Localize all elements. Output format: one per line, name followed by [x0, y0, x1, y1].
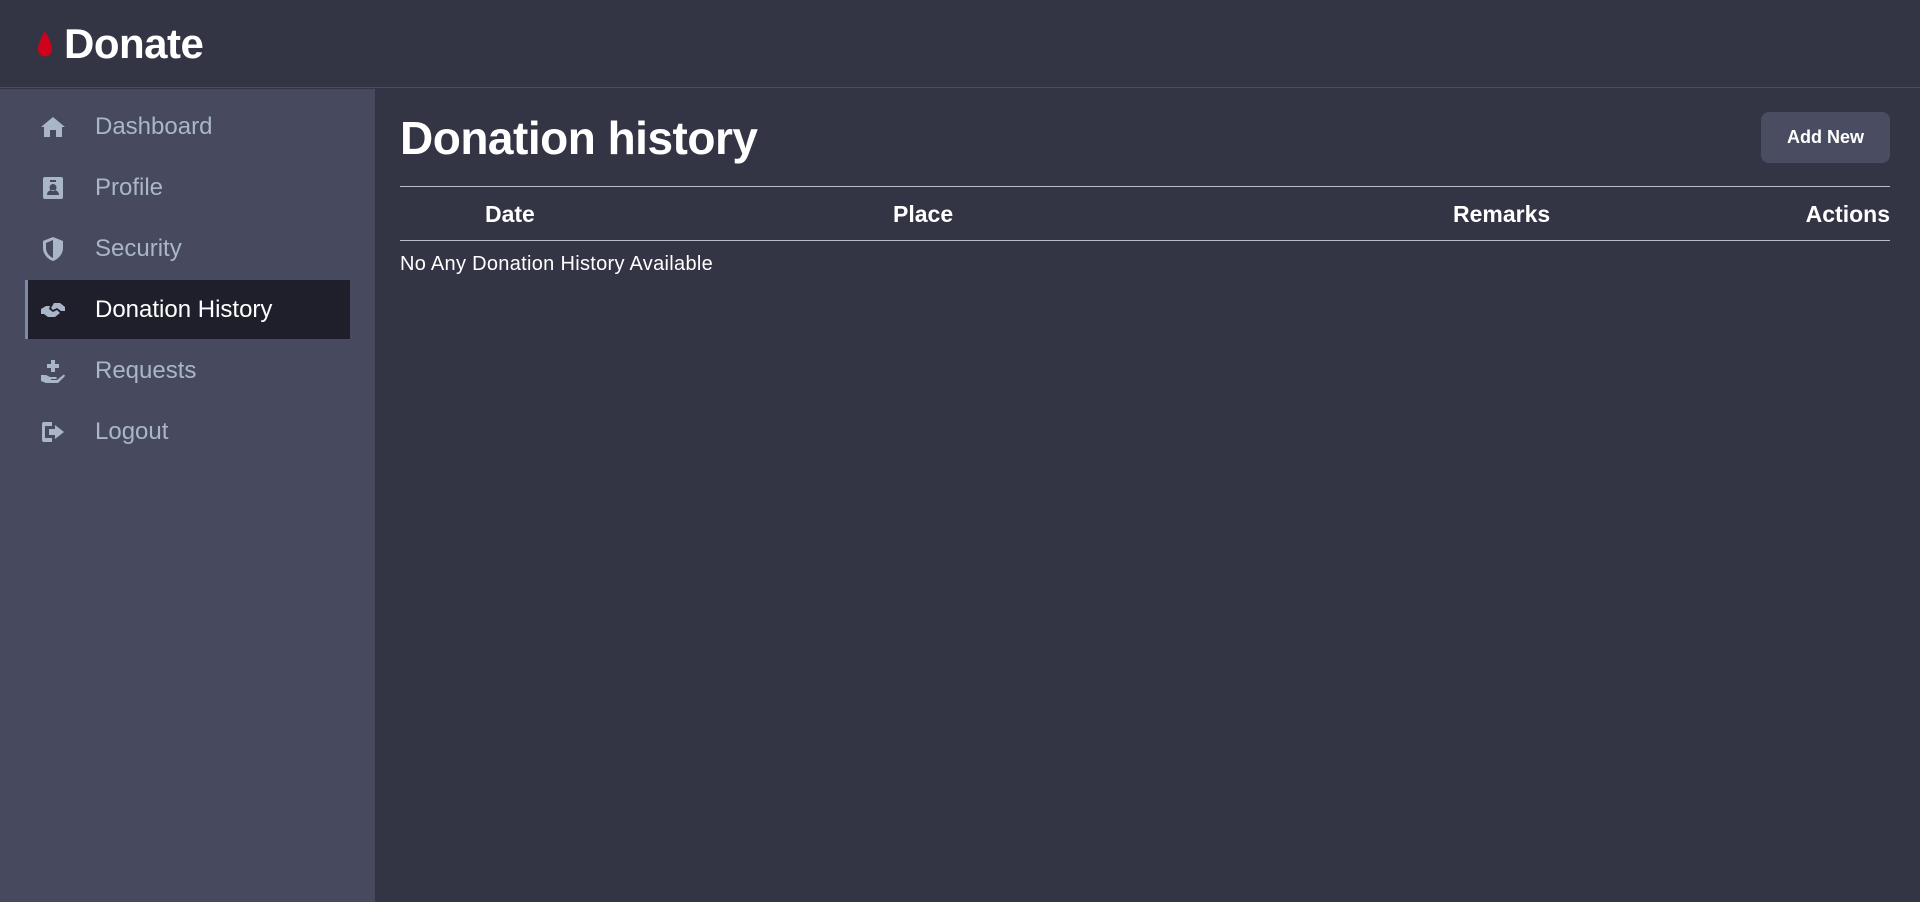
page-header: Donation history Add New [400, 89, 1890, 187]
sidebar-item-label: Logout [95, 417, 169, 445]
shield-icon [39, 235, 67, 263]
sidebar-item-profile[interactable]: Profile [25, 158, 350, 217]
sidebar-item-label: Security [95, 234, 182, 262]
empty-state-message: No Any Donation History Available [400, 253, 714, 275]
hands-helping-icon [39, 296, 67, 324]
sidebar-item-label: Dashboard [95, 112, 213, 140]
column-header-place: Place [893, 201, 954, 227]
add-new-button[interactable]: Add New [1760, 112, 1890, 163]
sidebar-item-dashboard[interactable]: Dashboard [25, 97, 350, 156]
sidebar-item-donation-history[interactable]: Donation History [25, 280, 350, 339]
brand[interactable]: Donate [36, 19, 204, 68]
sidebar: Dashboard Profile Security Donation Hist… [0, 89, 375, 902]
sidebar-item-security[interactable]: Security [25, 219, 350, 278]
id-badge-icon [39, 174, 67, 202]
page-title: Donation history [400, 111, 758, 164]
column-header-actions: Actions [1805, 201, 1890, 227]
top-bar: Donate [0, 0, 1920, 88]
sidebar-item-logout[interactable]: Logout [25, 402, 350, 461]
blood-drop-icon [38, 30, 52, 56]
sign-out-icon [39, 418, 67, 446]
table-header: Date Place Remarks Actions [400, 187, 1890, 241]
column-header-remarks: Remarks [1453, 201, 1551, 227]
hand-holding-medical-icon [39, 357, 67, 385]
sidebar-item-requests[interactable]: Requests [25, 341, 350, 400]
main-content: Donation history Add New Date Place Rema… [400, 89, 1890, 276]
brand-name: Donate [64, 19, 204, 67]
sidebar-item-label: Profile [95, 173, 164, 201]
home-icon [39, 113, 67, 141]
column-header-date: Date [485, 201, 535, 227]
sidebar-item-label: Donation History [95, 295, 273, 323]
sidebar-item-label: Requests [95, 356, 197, 384]
